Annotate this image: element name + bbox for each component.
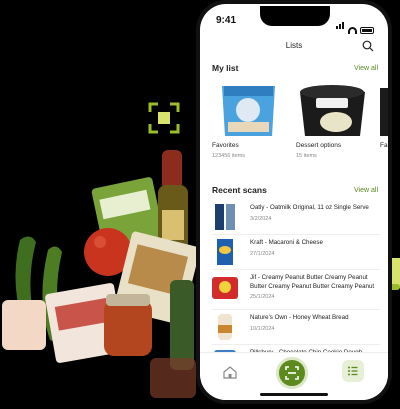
list-card-dessert-options[interactable]: Dessert options 15 items <box>296 80 369 164</box>
list-thumbnail <box>212 80 285 138</box>
list-item[interactable]: Kraft - Macaroni & Cheese 27/1/2024 <box>212 235 380 270</box>
my-list-carousel[interactable]: Favorites 123456 items Dessert options 1… <box>212 80 388 164</box>
home-indicator <box>260 393 328 396</box>
scan-product-name: Oatly - Oatmilk Original, 11 oz Single S… <box>250 204 369 211</box>
camera-notch <box>260 6 330 26</box>
list-name: Fa <box>380 142 388 149</box>
list-name: Favorites <box>212 142 239 149</box>
scan-text: Nature's Own - Honey Wheat Bread 10/1/20… <box>250 314 380 332</box>
ice-cream-pack-image <box>222 86 275 136</box>
my-list-view-all-link[interactable]: View all <box>354 65 378 72</box>
phone-frame: 9:41 Lists My list View all Favorites 12… <box>196 0 392 404</box>
product-image <box>380 88 388 136</box>
list-count: 123456 items <box>212 153 246 159</box>
list-thumbnail <box>380 80 388 138</box>
tab-lists[interactable] <box>342 360 364 382</box>
list-name: Dessert options <box>296 142 342 149</box>
recent-scans-header: Recent scans View all <box>212 184 378 196</box>
status-icons <box>336 16 374 34</box>
signal-icon <box>336 16 345 34</box>
bottom-tab-bar <box>200 352 388 400</box>
scan-date: 25/1/2024 <box>250 294 275 300</box>
list-thumbnail <box>296 80 369 138</box>
list-icon <box>348 366 358 376</box>
grocery-collage-graphic <box>2 150 200 398</box>
status-time: 9:41 <box>216 15 237 26</box>
ice-cream-tub-image <box>300 85 365 136</box>
page-title: Lists <box>285 41 303 50</box>
phone-screen: 9:41 Lists My list View all Favorites 12… <box>200 4 388 400</box>
recent-scans-view-all-link[interactable]: View all <box>354 187 378 194</box>
oatly-carton-image <box>215 204 235 230</box>
home-icon[interactable] <box>222 365 238 379</box>
scan-frame-icon <box>148 102 180 134</box>
list-item[interactable]: Nature's Own - Honey Wheat Bread 10/1/20… <box>212 310 380 345</box>
scan-text: Kraft - Macaroni & Cheese 27/1/2024 <box>250 239 380 257</box>
bread-bag-image <box>218 314 232 340</box>
list-card-favorites[interactable]: Favorites 123456 items <box>212 80 285 164</box>
scan-product-name: Kraft - Macaroni & Cheese <box>250 239 323 246</box>
list-item[interactable]: Jif - Creamy Peanut Butter Creamy Peanut… <box>212 270 380 310</box>
scan-text: Jif - Creamy Peanut Butter Creamy Peanut… <box>250 274 380 308</box>
grocery-collage-illustration <box>0 90 210 409</box>
app-promo-canvas: 9:41 Lists My list View all Favorites 12… <box>0 0 400 409</box>
scan-date: 27/1/2024 <box>250 250 275 257</box>
scan-icon <box>285 366 299 380</box>
scan-date: 3/2/2024 <box>250 215 272 222</box>
my-list-header: My list View all <box>212 62 378 74</box>
jif-jar-image <box>212 277 238 299</box>
screen-header: Lists <box>200 36 388 56</box>
battery-icon <box>360 27 374 34</box>
list-card-partial[interactable]: Fa <box>380 80 388 164</box>
recent-scans-list: Oatly - Oatmilk Original, 11 oz Single S… <box>212 200 380 359</box>
scan-product-name: Jif - Creamy Peanut Butter Creamy Peanut… <box>250 274 375 290</box>
recent-scans-title: Recent scans <box>212 185 267 195</box>
search-icon[interactable] <box>362 40 374 52</box>
scan-date: 10/1/2024 <box>250 325 275 332</box>
scan-text: Oatly - Oatmilk Original, 11 oz Single S… <box>250 204 380 222</box>
kraft-box-image <box>217 239 233 265</box>
scan-product-name: Nature's Own - Honey Wheat Bread <box>250 314 349 321</box>
wifi-icon <box>348 27 357 34</box>
my-list-title: My list <box>212 63 239 73</box>
list-item[interactable]: Oatly - Oatmilk Original, 11 oz Single S… <box>212 200 380 235</box>
scan-button[interactable] <box>276 357 308 389</box>
list-count: 15 items <box>296 153 317 159</box>
status-bar: 9:41 <box>200 4 388 34</box>
